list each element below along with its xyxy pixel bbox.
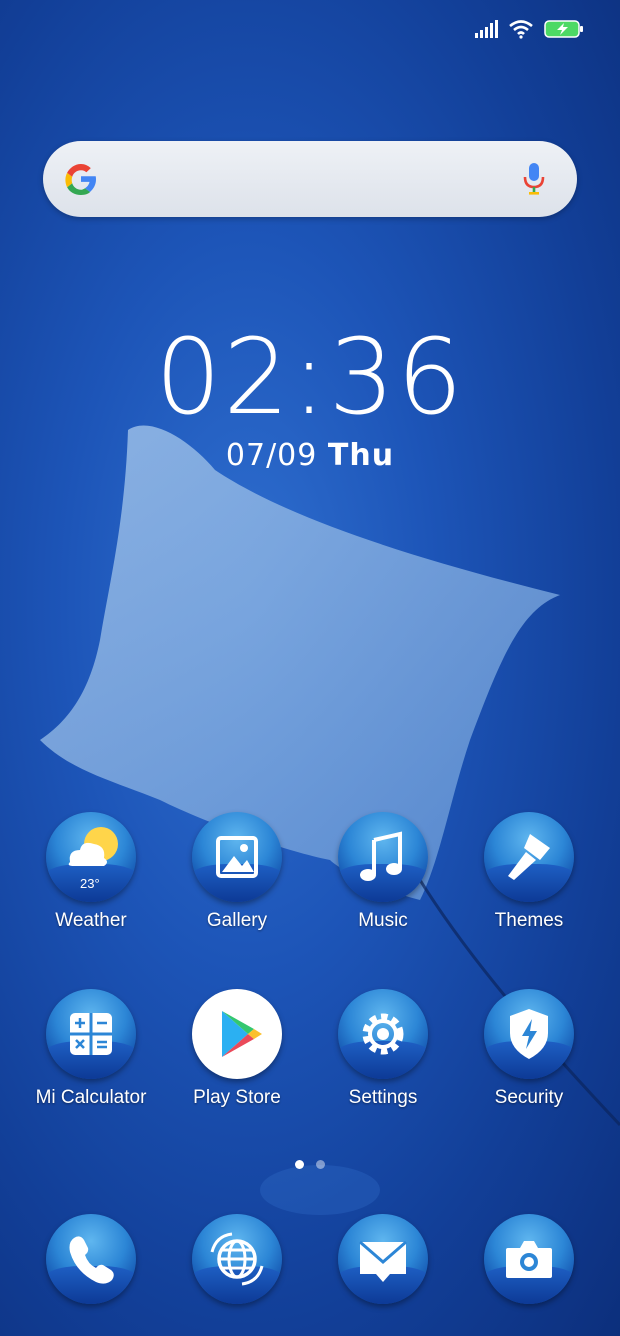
microphone-icon[interactable] <box>521 161 547 197</box>
clock-date: 07/09 Thu <box>0 438 620 473</box>
wifi-icon <box>509 20 533 39</box>
home-screen: 02:36 07/09 Thu 23° Weather Gallery Musi… <box>0 0 620 1336</box>
dock-camera[interactable] <box>456 1214 602 1304</box>
app-label: Mi Calculator <box>35 1087 147 1108</box>
calculator-icon <box>46 989 136 1079</box>
dock-browser[interactable] <box>164 1214 310 1304</box>
dock-phone[interactable] <box>18 1214 164 1304</box>
messages-icon <box>338 1214 428 1304</box>
music-icon <box>338 812 428 902</box>
app-label: Security <box>494 1087 564 1108</box>
weather-icon: 23° <box>46 812 136 902</box>
app-label: Gallery <box>206 910 268 931</box>
dock-messages[interactable] <box>310 1214 456 1304</box>
camera-icon <box>484 1214 574 1304</box>
google-logo-icon <box>65 164 96 195</box>
battery-charging-icon <box>544 20 583 38</box>
app-weather[interactable]: 23° Weather <box>18 812 164 932</box>
themes-icon <box>484 812 574 902</box>
app-play-store[interactable]: Play Store <box>164 989 310 1109</box>
play-store-icon <box>192 989 282 1079</box>
signal-icon <box>475 20 498 38</box>
security-icon <box>484 989 574 1079</box>
app-settings[interactable]: Settings <box>310 989 456 1109</box>
status-bar <box>474 14 584 44</box>
weather-temp: 23° <box>80 876 100 891</box>
page-dot-1[interactable] <box>295 1160 304 1169</box>
app-themes[interactable]: Themes <box>456 812 602 932</box>
settings-icon <box>338 989 428 1079</box>
app-label: Weather <box>55 910 127 931</box>
app-label: Music <box>358 910 408 931</box>
app-security[interactable]: Security <box>456 989 602 1109</box>
app-label: Settings <box>348 1087 418 1108</box>
browser-icon <box>192 1214 282 1304</box>
app-mi-calculator[interactable]: Mi Calculator <box>18 989 164 1109</box>
google-search-bar[interactable] <box>43 141 577 217</box>
page-indicator[interactable] <box>0 1160 620 1169</box>
date-text: 07/09 <box>225 438 318 473</box>
day-text: Thu <box>327 438 395 473</box>
phone-icon <box>46 1214 136 1304</box>
app-music[interactable]: Music <box>310 812 456 932</box>
app-label: Play Store <box>193 1087 281 1108</box>
page-dot-2[interactable] <box>316 1160 325 1169</box>
gallery-icon <box>192 812 282 902</box>
clock-time[interactable]: 02:36 <box>0 316 620 438</box>
app-label: Themes <box>494 910 564 931</box>
app-gallery[interactable]: Gallery <box>164 812 310 932</box>
